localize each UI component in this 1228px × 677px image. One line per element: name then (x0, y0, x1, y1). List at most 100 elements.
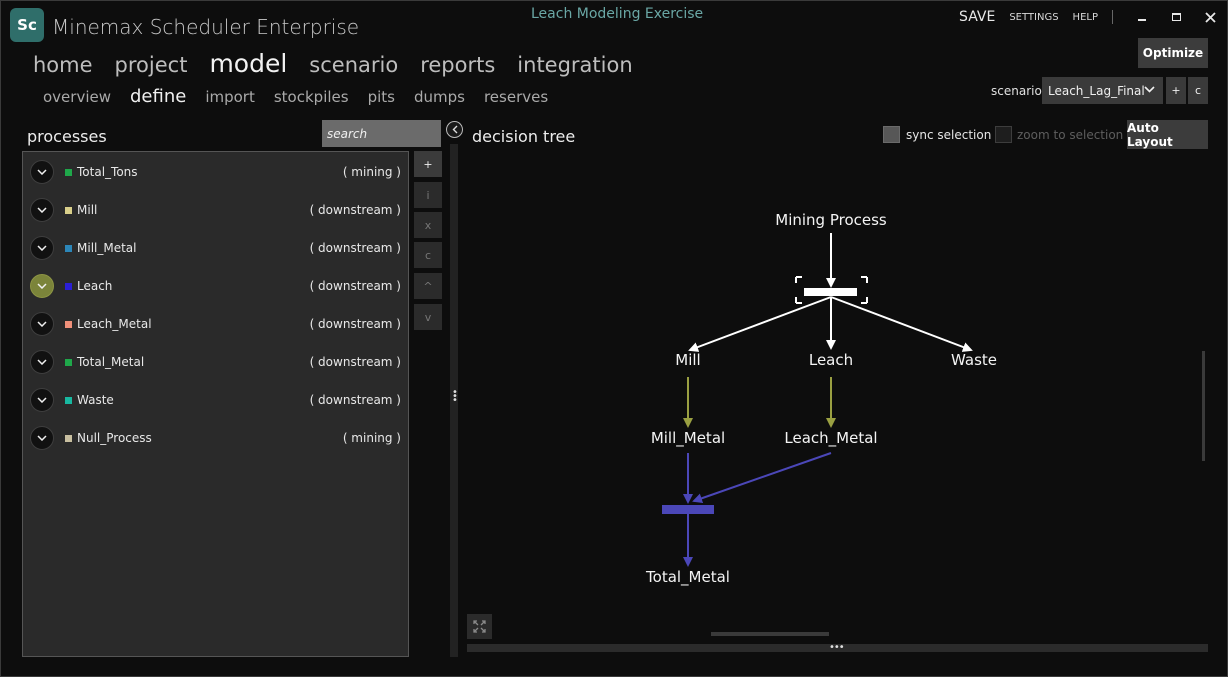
process-name: Total_Metal (77, 355, 145, 369)
copy-scenario-button[interactable]: c (1188, 77, 1208, 104)
chevron-down-icon[interactable] (30, 312, 54, 336)
document-title: Leach Modeling Exercise (531, 6, 704, 22)
process-row[interactable]: Null_Process ( mining ) (23, 419, 408, 457)
nav-model[interactable]: model (209, 49, 287, 78)
maximize-icon[interactable] (1159, 9, 1193, 25)
subnav-import[interactable]: import (205, 88, 255, 106)
subnav-pits[interactable]: pits (368, 88, 395, 106)
zoom-to-selection-label: zoom to selection (1017, 128, 1124, 142)
minimize-icon[interactable] (1125, 9, 1159, 25)
process-row[interactable]: Leach ( downstream ) (23, 267, 408, 305)
process-name: Mill_Metal (77, 241, 137, 255)
subnav-dumps[interactable]: dumps (414, 88, 465, 106)
process-name: Null_Process (77, 431, 152, 445)
sub-nav: overview define import stockpiles pits d… (43, 86, 548, 107)
fit-to-view-icon[interactable] (467, 614, 492, 639)
process-color-swatch (65, 168, 72, 176)
nav-scenario[interactable]: scenario (309, 53, 398, 77)
process-name: Waste (77, 393, 114, 407)
chevron-down-icon[interactable] (30, 236, 54, 260)
copy-button[interactable]: c (414, 242, 442, 268)
chevron-down-icon[interactable] (30, 274, 54, 298)
edge-split-to-waste (830, 296, 973, 352)
help-link[interactable]: HELP (1073, 12, 1098, 23)
edge-split-to-mill (688, 296, 832, 352)
delete-button[interactable]: x (414, 212, 442, 238)
chevron-down-icon[interactable] (30, 198, 54, 222)
node-mill-metal[interactable]: Mill_Metal (651, 429, 725, 447)
sync-selection-label: sync selection (906, 128, 992, 142)
app-logo: Sc (10, 8, 44, 42)
subnav-reserves[interactable]: reserves (484, 88, 548, 106)
nav-project[interactable]: project (115, 53, 188, 77)
process-row[interactable]: Mill ( downstream ) (23, 191, 408, 229)
chevron-down-icon[interactable] (30, 350, 54, 374)
process-type: ( mining ) (342, 431, 401, 445)
subnav-define[interactable]: define (130, 86, 186, 107)
bottom-splitter-grip-icon[interactable]: ••• (829, 642, 845, 653)
title-bar-controls: SAVE SETTINGS HELP (959, 9, 1227, 25)
node-mining-process[interactable]: Mining Process (775, 211, 886, 229)
process-row[interactable]: Waste ( downstream ) (23, 381, 408, 419)
zoom-to-selection-checkbox[interactable] (995, 126, 1012, 143)
close-icon[interactable] (1193, 9, 1227, 25)
chevron-down-icon[interactable] (30, 160, 54, 184)
scenario-dropdown[interactable]: Leach_Lag_Final (1042, 77, 1163, 104)
process-color-swatch (65, 434, 72, 442)
process-name: Leach (77, 279, 113, 293)
node-mill[interactable]: Mill (675, 351, 700, 369)
app-window: Sc Minemax Scheduler Enterprise Leach Mo… (0, 0, 1228, 677)
process-type: ( downstream ) (309, 393, 401, 407)
sync-selection-checkbox[interactable] (883, 126, 900, 143)
vertical-scrollbar[interactable] (1202, 351, 1205, 461)
nav-home[interactable]: home (33, 53, 93, 77)
node-leach-metal[interactable]: Leach_Metal (784, 429, 877, 447)
nav-reports[interactable]: reports (420, 53, 495, 77)
split-node (795, 276, 868, 304)
main-nav: home project model scenario reports inte… (33, 49, 633, 78)
splitter-grip-icon[interactable]: • • • (452, 388, 458, 406)
title-bar-separator (1112, 10, 1113, 24)
save-button[interactable]: SAVE (959, 9, 995, 25)
chevron-down-icon[interactable] (30, 426, 54, 450)
node-total-metal[interactable]: Total_Metal (646, 568, 730, 586)
process-type: ( downstream ) (309, 355, 401, 369)
process-color-swatch (65, 358, 72, 366)
process-row[interactable]: Mill_Metal ( downstream ) (23, 229, 408, 267)
move-up-button[interactable]: ^ (414, 273, 442, 299)
process-row[interactable]: Total_Tons ( mining ) (23, 153, 408, 191)
process-color-swatch (65, 396, 72, 404)
process-name: Total_Tons (77, 165, 138, 179)
auto-layout-button[interactable]: Auto Layout (1127, 120, 1208, 149)
process-row[interactable]: Leach_Metal ( downstream ) (23, 305, 408, 343)
process-color-swatch (65, 206, 72, 214)
nav-integration[interactable]: integration (517, 53, 632, 77)
sum-node (662, 505, 714, 514)
decision-tree-title: decision tree (472, 127, 576, 146)
add-process-button[interactable]: + (414, 151, 442, 177)
process-type: ( downstream ) (309, 203, 401, 217)
node-waste[interactable]: Waste (951, 351, 997, 369)
subnav-stockpiles[interactable]: stockpiles (274, 88, 349, 106)
info-button[interactable]: i (414, 182, 442, 208)
optimize-button[interactable]: Optimize (1138, 38, 1208, 68)
search-input[interactable] (322, 120, 441, 147)
process-row[interactable]: Total_Metal ( downstream ) (23, 343, 408, 381)
move-down-button[interactable]: v (414, 304, 442, 330)
subnav-overview[interactable]: overview (43, 88, 111, 106)
collapse-panel-icon[interactable] (446, 121, 463, 138)
node-leach[interactable]: Leach (809, 351, 853, 369)
process-type: ( downstream ) (309, 317, 401, 331)
chevron-down-icon[interactable] (30, 388, 54, 412)
process-type: ( mining ) (342, 165, 401, 179)
process-list: Total_Tons( mining ) Mill( downstream ) Mi… (22, 151, 409, 657)
add-scenario-button[interactable]: + (1166, 77, 1186, 104)
process-color-swatch (65, 320, 72, 328)
edge-leach-metal-to-sum (692, 452, 832, 504)
horizontal-scroll-thumb[interactable] (711, 632, 829, 636)
process-type: ( downstream ) (309, 279, 401, 293)
scenario-label: scenario (991, 84, 1042, 98)
settings-link[interactable]: SETTINGS (1009, 12, 1058, 23)
process-color-swatch (65, 282, 72, 290)
process-color-swatch (65, 244, 72, 252)
